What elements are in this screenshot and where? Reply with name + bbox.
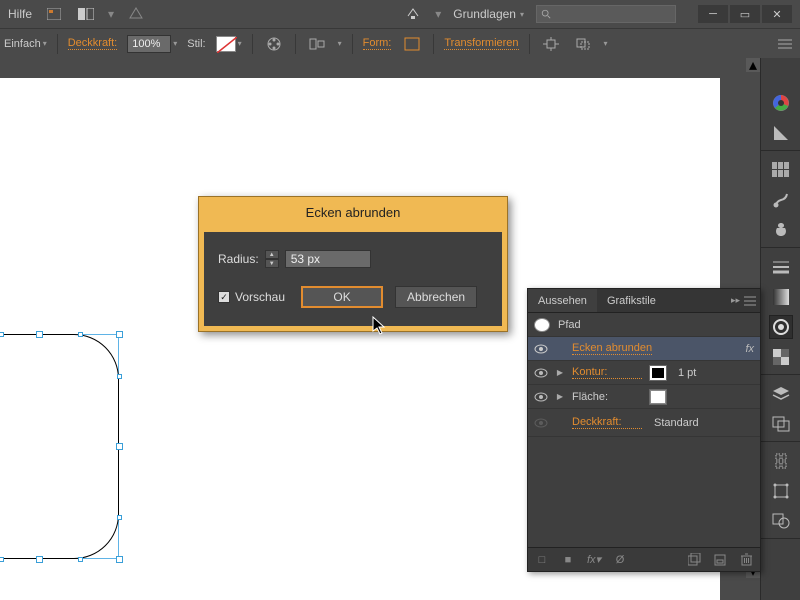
stroke-label[interactable]: Kontur:: [572, 366, 642, 379]
visibility-icon[interactable]: [534, 342, 548, 356]
artboards-panel-icon[interactable]: [769, 412, 793, 436]
shape-label[interactable]: Form:: [363, 37, 392, 50]
add-effect-icon[interactable]: fx▾: [586, 552, 602, 568]
shape-icon[interactable]: [401, 33, 423, 55]
appearance-object-row[interactable]: Pfad: [528, 313, 760, 337]
handle-tr[interactable]: [116, 331, 123, 338]
stroke-profile-dropdown[interactable]: Einfach ▾: [4, 38, 47, 50]
appearance-stroke-row[interactable]: ▶ Kontur: 1 pt: [528, 361, 760, 385]
handle-mr[interactable]: [116, 443, 123, 450]
style-dropdown[interactable]: ▾: [216, 36, 242, 52]
gradient-panel-icon[interactable]: [769, 285, 793, 309]
opacity-value: Standard: [654, 417, 699, 429]
window-maximize[interactable]: ▭: [730, 5, 760, 23]
transparency-panel-icon[interactable]: [769, 345, 793, 369]
align-icon[interactable]: [306, 33, 328, 55]
scroll-up-icon[interactable]: ▴: [746, 58, 760, 72]
fill-swatch[interactable]: [650, 390, 666, 404]
isolate-icon[interactable]: [540, 33, 562, 55]
fx-icon: fx: [745, 343, 754, 355]
handle-br[interactable]: [116, 556, 123, 563]
transform-label[interactable]: Transformieren: [444, 37, 518, 50]
stroke-swatch[interactable]: [650, 366, 666, 380]
collapse-icon[interactable]: ▸▸: [731, 295, 740, 306]
clear-icon[interactable]: Ø: [612, 552, 628, 568]
anchor[interactable]: [78, 332, 83, 337]
new-item-icon[interactable]: [712, 552, 728, 568]
appearance-panel-icon[interactable]: [769, 315, 793, 339]
anchor[interactable]: [117, 374, 122, 379]
new-stroke-icon[interactable]: □: [534, 552, 550, 568]
preview-checkbox[interactable]: ✓: [218, 291, 230, 303]
stroke-panel-icon[interactable]: [769, 255, 793, 279]
window-minimize[interactable]: ─: [698, 5, 728, 23]
menu-help[interactable]: Hilfe: [8, 7, 32, 21]
align-panel-icon[interactable]: [769, 449, 793, 473]
expand-icon[interactable]: ▶: [556, 392, 564, 401]
rounded-rectangle[interactable]: [0, 334, 119, 559]
trash-icon[interactable]: [738, 552, 754, 568]
round-corners-dialog: Ecken abrunden Radius: ▲▼ ✓ Vorschau OK …: [198, 196, 508, 332]
object-thumb: [534, 318, 550, 332]
opacity-label[interactable]: Deckkraft:: [572, 416, 642, 429]
expand-icon[interactable]: ▶: [556, 368, 564, 377]
opacity-label[interactable]: Deckkraft:: [68, 37, 118, 50]
arrange-icon[interactable]: [76, 5, 96, 23]
new-fill-icon[interactable]: ■: [560, 552, 576, 568]
fill-label: Fläche:: [572, 391, 642, 403]
radius-spinner[interactable]: ▲▼: [265, 250, 279, 268]
anchor[interactable]: [0, 332, 4, 337]
edit-clip-icon[interactable]: [572, 33, 594, 55]
ok-button[interactable]: OK: [301, 286, 383, 308]
symbols-panel-icon[interactable]: [769, 218, 793, 242]
layers-panel-icon[interactable]: [769, 382, 793, 406]
effect-name[interactable]: Ecken abrunden: [572, 342, 652, 355]
menu-bar: Hilfe ▾ ▾ Grundlagen ▾ ─ ▭ ✕: [0, 0, 800, 28]
visibility-icon[interactable]: [534, 390, 548, 404]
dialog-title: Ecken abrunden: [199, 197, 507, 227]
swatches-panel-icon[interactable]: [769, 158, 793, 182]
appearance-opacity-row[interactable]: Deckkraft: Standard: [528, 409, 760, 437]
tab-graphic-styles[interactable]: Grafikstile: [597, 289, 666, 312]
handle-tm[interactable]: [36, 331, 43, 338]
appearance-panel: Aussehen Grafikstile ▸▸ Pfad Ecken abrun…: [527, 288, 761, 572]
cancel-button[interactable]: Abbrechen: [395, 286, 477, 308]
options-bar: Einfach ▾ Deckkraft: ▾ Stil: ▾ ▾ Form: T…: [0, 28, 800, 58]
radius-label: Radius:: [218, 252, 259, 266]
search-input[interactable]: [536, 5, 676, 23]
opacity-input[interactable]: ▾: [127, 35, 177, 53]
bridge-icon[interactable]: [44, 5, 64, 23]
preview-label: Vorschau: [235, 290, 285, 304]
visibility-icon[interactable]: [534, 366, 548, 380]
stroke-weight: 1 pt: [678, 367, 696, 379]
anchor[interactable]: [117, 515, 122, 520]
handle-bm[interactable]: [36, 556, 43, 563]
panel-menu-icon[interactable]: [774, 33, 796, 55]
right-panel-dock: [760, 58, 800, 600]
appearance-fill-row[interactable]: ▶ Fläche:: [528, 385, 760, 409]
gpu-icon[interactable]: [126, 5, 146, 23]
radius-input[interactable]: [285, 250, 371, 268]
object-type: Pfad: [558, 319, 581, 331]
visibility-icon[interactable]: [534, 416, 548, 430]
color-guide-icon[interactable]: [769, 121, 793, 145]
anchor[interactable]: [78, 557, 83, 562]
appearance-effect-row[interactable]: Ecken abrunden fx: [528, 337, 760, 361]
selected-shape[interactable]: [0, 334, 125, 566]
recolor-icon[interactable]: [263, 33, 285, 55]
style-label: Stil:: [187, 38, 205, 50]
duplicate-icon[interactable]: [686, 552, 702, 568]
window-close[interactable]: ✕: [762, 5, 792, 23]
brushes-panel-icon[interactable]: [769, 188, 793, 212]
panel-menu-icon[interactable]: [744, 296, 756, 306]
sync-icon[interactable]: [403, 5, 423, 23]
pathfinder-panel-icon[interactable]: [769, 509, 793, 533]
color-panel-icon[interactable]: [769, 91, 793, 115]
panel-footer: □ ■ fx▾ Ø: [528, 547, 760, 571]
workspace-label: Grundlagen: [453, 7, 516, 21]
tab-appearance[interactable]: Aussehen: [528, 289, 597, 312]
anchor[interactable]: [0, 557, 4, 562]
workspace-switcher[interactable]: Grundlagen ▾: [453, 7, 524, 21]
transform-panel-icon[interactable]: [769, 479, 793, 503]
